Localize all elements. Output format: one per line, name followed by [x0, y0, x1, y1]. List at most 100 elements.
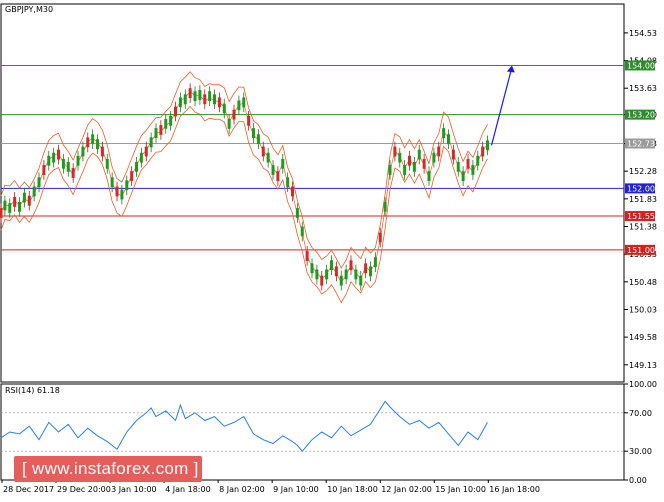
candle-body	[174, 106, 178, 117]
candle-body	[86, 137, 90, 148]
candle-body	[427, 171, 431, 182]
candle-body	[96, 139, 100, 150]
candle-body	[27, 195, 31, 206]
candle-body	[447, 134, 451, 145]
price-level-label-5: 151.00	[627, 246, 655, 255]
candle-body	[398, 152, 402, 163]
candle-body	[252, 128, 256, 138]
candle-body	[247, 115, 251, 126]
candle-body	[149, 137, 153, 148]
candle-body	[354, 269, 358, 280]
x-tick-label-9: 16 Jan 18:00	[489, 485, 540, 494]
candle-body	[325, 269, 329, 280]
x-tick-label-7: 12 Jan 02:00	[381, 485, 432, 494]
x-tick-label-8: 15 Jan 10:00	[435, 485, 486, 494]
candle-body	[300, 226, 304, 237]
candle-body	[8, 203, 12, 213]
candle-body	[451, 149, 455, 160]
candle-body	[130, 171, 134, 182]
candle-body	[105, 158, 109, 169]
x-tick-label-5: 9 Jan 10:00	[273, 485, 319, 494]
candle-body	[232, 109, 236, 120]
candle-body	[242, 97, 246, 108]
candle-body	[315, 269, 319, 280]
rsi-tick-label-2: 30.00	[629, 447, 652, 456]
candle-body	[310, 263, 314, 274]
candle-body	[213, 94, 217, 105]
candle-body	[42, 165, 46, 175]
price-chart-title: GBPJPY,M30	[5, 5, 53, 14]
y-tick-label-12: 149.13	[629, 361, 657, 370]
x-tick-label-6: 10 Jan 18:00	[327, 485, 378, 494]
candle-body	[461, 171, 465, 182]
candle-body	[276, 171, 280, 182]
candle-body	[193, 91, 197, 102]
candle-body	[437, 146, 441, 157]
candle-body	[471, 165, 475, 175]
candle-body	[208, 91, 212, 102]
candle-body	[417, 149, 421, 160]
candle-body	[164, 118, 168, 129]
candle-body	[476, 155, 480, 166]
rsi-tick-label-3: 0.00	[629, 476, 647, 485]
candle-body	[203, 94, 207, 105]
candle-body	[408, 155, 412, 166]
candle-body	[320, 275, 324, 286]
candle-body	[349, 260, 353, 271]
y-tick-label-9: 150.48	[629, 278, 657, 287]
candle-body	[120, 189, 124, 200]
candle-body	[295, 208, 299, 218]
candle-body	[52, 152, 56, 163]
watermark-text: [ www.instaforex.com ]	[22, 459, 199, 478]
candle-body	[71, 168, 75, 178]
candle-body	[217, 97, 221, 108]
candle-body	[378, 232, 382, 243]
candle-body	[115, 186, 119, 197]
candle-body	[37, 177, 41, 188]
candle-body	[100, 146, 104, 157]
candle-body	[339, 275, 343, 286]
candle-body	[344, 269, 348, 280]
rsi-chart-title: RSI(14) 61.18	[5, 386, 60, 395]
price-level-label-0: 154.00	[627, 61, 655, 70]
y-tick-label-11: 149.58	[629, 333, 657, 342]
candle-body	[66, 161, 70, 172]
candle-body	[154, 128, 158, 138]
candle-body	[432, 152, 436, 163]
candle-body	[403, 165, 407, 175]
candle-body	[266, 152, 270, 163]
candle-body	[183, 94, 187, 105]
candle-body	[13, 196, 17, 207]
candle-body	[481, 146, 485, 157]
candle-body	[125, 180, 129, 191]
candle-body	[359, 275, 363, 286]
candle-body	[159, 125, 163, 135]
x-tick-label-1: 29 Dec 20:00	[57, 485, 111, 494]
x-tick-label-0: 28 Dec 2017	[3, 485, 54, 494]
candle-body	[373, 257, 377, 268]
candle-body	[57, 149, 61, 160]
candle-body	[91, 134, 95, 145]
rsi-tick-label-0: 100.00	[629, 380, 657, 389]
candle-body	[256, 134, 260, 145]
rsi-tick-label-1: 70.00	[629, 409, 652, 418]
x-tick-label-2: 3 Jan 10:00	[111, 485, 157, 494]
candle-body	[291, 186, 295, 197]
candle-body	[198, 90, 202, 100]
candle-body	[0, 208, 3, 218]
candle-body	[47, 155, 51, 166]
y-tick-label-7: 151.38	[629, 222, 657, 231]
candle-body	[139, 152, 143, 163]
price-level-label-2: 152.73	[627, 140, 655, 149]
candle-body	[237, 100, 241, 111]
candle-body	[364, 263, 368, 274]
chart-svg: 154.53154.08153.63153.20152.73152.28151.…	[0, 3, 657, 494]
y-tick-label-5: 152.28	[629, 167, 657, 176]
candle-body	[222, 103, 226, 114]
y-tick-label-10: 150.03	[629, 305, 657, 314]
candle-body	[188, 88, 192, 99]
candle-body	[22, 192, 26, 203]
candle-body	[383, 201, 387, 212]
x-tick-label-3: 4 Jan 18:00	[165, 485, 211, 494]
chart: 154.53154.08153.63153.20152.73152.28151.…	[0, 0, 664, 498]
